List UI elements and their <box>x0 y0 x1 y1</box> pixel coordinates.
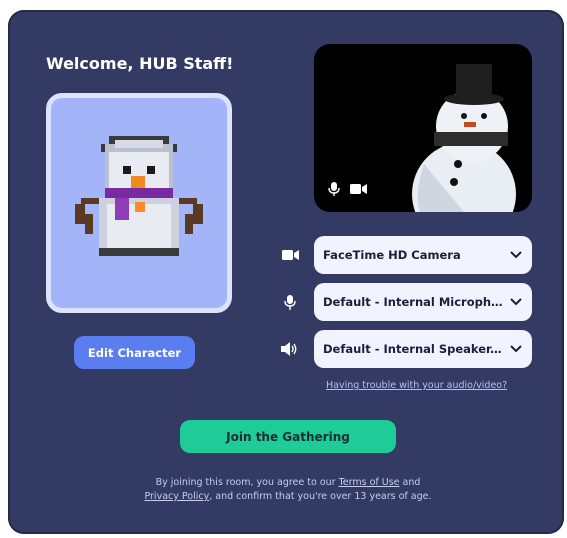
camera-row: FaceTime HD Camera <box>278 235 532 275</box>
speaker-select[interactable]: Default - Internal Speaker... <box>314 330 532 368</box>
screen-frame: Welcome, HUB Staff! Edit Character FaceT… <box>0 0 567 538</box>
microphone-select-value: Default - Internal Microph... <box>323 295 503 309</box>
join-gathering-button[interactable]: Join the Gathering <box>180 420 396 453</box>
snowman-avatar-icon <box>75 136 203 256</box>
preview-controls <box>328 182 367 196</box>
camera-icon <box>278 245 302 265</box>
join-panel: Welcome, HUB Staff! Edit Character FaceT… <box>8 10 564 534</box>
speaker-icon <box>278 339 302 359</box>
microphone-select[interactable]: Default - Internal Microph... <box>314 283 532 321</box>
av-help-link[interactable]: Having trouble with your audio/video? <box>326 380 507 391</box>
camera-select-value: FaceTime HD Camera <box>323 248 461 262</box>
microphone-icon[interactable] <box>328 182 340 196</box>
avatar-card <box>46 93 232 313</box>
legal-and: and <box>402 477 421 488</box>
camera-icon[interactable] <box>350 183 367 195</box>
legal-notice: By joining this room, you agree to our T… <box>108 476 468 504</box>
welcome-title: Welcome, HUB Staff! <box>46 54 234 73</box>
terms-of-use-link[interactable]: Terms of Use <box>339 477 400 488</box>
video-preview <box>314 44 532 212</box>
legal-suffix: , and confirm that you're over 13 years … <box>209 491 432 502</box>
privacy-policy-link[interactable]: Privacy Policy <box>144 491 209 502</box>
camera-select[interactable]: FaceTime HD Camera <box>314 236 532 274</box>
edit-character-button[interactable]: Edit Character <box>74 336 195 369</box>
microphone-icon <box>278 292 302 312</box>
chevron-down-icon <box>510 251 522 259</box>
microphone-row: Default - Internal Microph... <box>278 282 532 322</box>
speaker-row: Default - Internal Speaker... <box>278 329 532 369</box>
chevron-down-icon <box>510 298 522 306</box>
legal-prefix: By joining this room, you agree to our <box>155 477 336 488</box>
speaker-select-value: Default - Internal Speaker... <box>323 342 503 356</box>
chevron-down-icon <box>510 345 522 353</box>
